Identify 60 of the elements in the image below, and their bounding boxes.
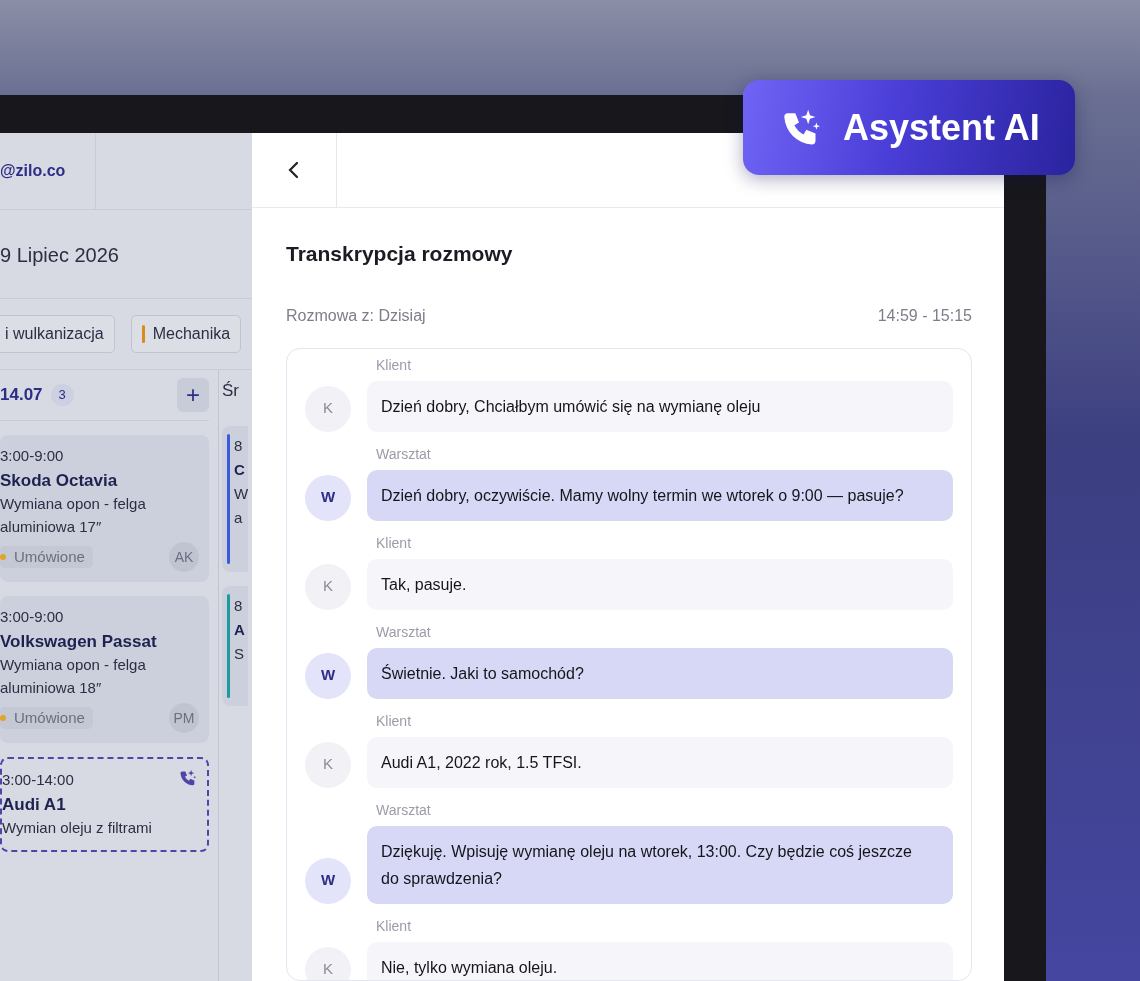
appointment-time: 8 — [234, 595, 244, 616]
speaker-avatar: K — [305, 946, 351, 980]
appointment-card[interactable]: 3:00-9:00 Skoda Octavia Wymiana opon - felga aluminiowa 17″ Umówione AK — [0, 435, 209, 582]
speaker-avatar: W — [305, 474, 351, 521]
speaker-label: Klient — [376, 533, 413, 553]
speaker-label: Klient — [376, 916, 413, 936]
message-bubble: Audi A1, 2022 rok, 1.5 TFSI. — [367, 736, 953, 788]
vehicle-name: Skoda Octavia — [0, 469, 119, 492]
speaker-label: Klient — [376, 711, 413, 731]
day-label: Śr — [222, 380, 240, 402]
vehicle-name: Volkswagen Passat — [0, 630, 158, 653]
speaker-label: Klient — [376, 355, 413, 375]
appointment-time: 3:00-9:00 — [0, 607, 64, 627]
message-bubble: Świetnie. Jaki to samochód? — [367, 647, 953, 699]
appointment-card[interactable]: 3:00-14:00 Audi A1 Wymian oleju z filtrami — [0, 757, 209, 852]
status-label: Umówione — [14, 546, 85, 567]
account-email: @zilo.co — [0, 133, 97, 209]
service-description: Wymiana opon - felga aluminiowa 18″ — [0, 655, 147, 698]
vehicle-name: Audi A1 — [2, 793, 67, 816]
speaker-avatar: K — [305, 741, 351, 788]
initials-avatar: PM — [169, 703, 199, 733]
speaker-avatar: K — [305, 385, 351, 432]
appointment-card[interactable]: 8 C W a — [222, 425, 249, 572]
speaker-label: Warsztat — [376, 800, 432, 820]
speaker-avatar: W — [305, 652, 351, 699]
add-button[interactable]: + — [177, 378, 209, 412]
service-description: S — [234, 643, 245, 664]
service-description: Wymiana opon - felga aluminiowa 17″ — [0, 494, 147, 537]
speaker-label: Warsztat — [376, 444, 432, 464]
message-bubble: Tak, pasuje. — [367, 558, 953, 610]
call-date: Rozmowa z: Dzisiaj — [286, 305, 426, 326]
vehicle-name: C — [234, 459, 246, 480]
appointment-card[interactable]: 8 A S — [222, 585, 249, 706]
message-bubble: Dzień dobry, Chciałbym umówić się na wymianę oleju — [367, 380, 953, 432]
filter-label: i wulkanizacja — [5, 324, 104, 344]
appointment-time: 8 — [234, 435, 244, 456]
filter-chip[interactable]: Mechanika — [130, 315, 242, 353]
day-label: 14.07 — [0, 384, 43, 407]
count-badge: 3 — [50, 384, 74, 406]
appointment-time: 3:00-9:00 — [0, 446, 64, 466]
status-label: Umówione — [14, 707, 85, 728]
appointment-card[interactable]: 3:00-9:00 Volkswagen Passat Wymiana opon - felga aluminiowa 18″ Umówione PM — [0, 596, 209, 743]
initials-avatar: AK — [169, 542, 199, 572]
chevron-left-icon — [287, 161, 301, 179]
speaker-avatar: K — [305, 563, 351, 610]
service-description: a — [234, 507, 244, 528]
vehicle-name: A — [234, 619, 245, 640]
badge-label: Asystent AI — [843, 105, 1040, 150]
filter-label: Mechanika — [152, 324, 231, 344]
speaker-label: Warsztat — [376, 622, 432, 642]
message-bubble: Dzień dobry, oczywiście. Mamy wolny termin we wtorek o 9:00 — pasuje? — [367, 469, 953, 521]
panel-title: Transkrypcja rozmowy — [286, 241, 514, 267]
appointment-time: 3:00-14:00 — [2, 770, 74, 790]
filter-chip[interactable]: i wulkanizacja — [0, 315, 115, 353]
message-bubble: Nie, tylko wymiana oleju. — [367, 941, 953, 980]
call-time-range: 14:59 - 15:15 — [877, 305, 972, 326]
service-description: W — [234, 483, 249, 504]
message-bubble: Dziękuję. Wpisuję wymianę oleju na wtorek, 13:00. Czy będzie coś jeszcze do sprawdzenia? — [367, 825, 953, 904]
service-description: Wymian oleju z filtrami — [2, 818, 153, 838]
speaker-avatar: W — [305, 857, 351, 904]
